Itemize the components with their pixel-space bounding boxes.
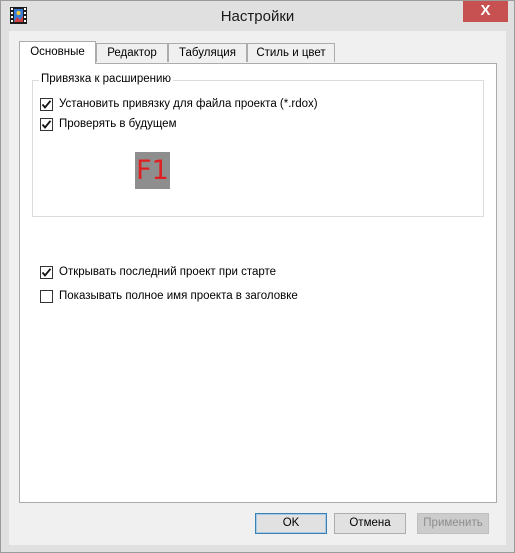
title-bar[interactable]: Настройки X [1, 1, 514, 31]
checkbox-box[interactable] [40, 265, 53, 279]
checkmark-icon [41, 99, 52, 109]
checkbox-box[interactable] [40, 289, 53, 303]
close-icon: X [480, 2, 491, 19]
tab-tabulation[interactable]: Табуляция [168, 43, 247, 62]
cancel-button[interactable]: Отмена [334, 513, 406, 534]
tab-editor[interactable]: Редактор [96, 43, 168, 62]
dialog-content: Основные Редактор Табуляция Стиль и цвет… [9, 31, 506, 545]
checkbox-label: Показывать полное имя проекта в заголовк… [59, 290, 298, 302]
checkbox-label: Открывать последний проект при старте [59, 266, 277, 278]
tab-style-and-color[interactable]: Стиль и цвет [247, 43, 335, 62]
window-title: Настройки [220, 8, 295, 25]
checkbox-label: Проверять в будущем [59, 118, 177, 130]
close-button[interactable]: X [463, 1, 508, 22]
f1-badge: F1 [135, 152, 170, 189]
apply-button[interactable]: Применить [417, 513, 489, 534]
tab-panel-general: Привязка к расширению Установить привязк… [19, 63, 497, 503]
tab-label: Редактор [107, 47, 157, 59]
group-title: Привязка к расширению [39, 73, 174, 85]
extension-binding-group: Привязка к расширению Установить привязк… [32, 73, 484, 217]
checkbox-label: Установить привязку для файла проекта (*… [59, 98, 318, 110]
tab-label: Табуляция [179, 47, 236, 59]
ok-button[interactable]: OK [255, 513, 327, 534]
tab-label: Основные [30, 46, 85, 58]
checkmark-icon [41, 267, 52, 277]
checkbox-box[interactable] [40, 97, 53, 111]
tab-label: Стиль и цвет [256, 47, 326, 59]
checkbox-box[interactable] [40, 117, 53, 131]
set-binding-checkbox[interactable]: Установить привязку для файла проекта (*… [40, 96, 318, 112]
open-last-project-checkbox[interactable]: Открывать последний проект при старте [40, 264, 276, 280]
checkmark-icon [41, 119, 52, 129]
show-full-name-checkbox[interactable]: Показывать полное имя проекта в заголовк… [40, 288, 298, 304]
tab-general[interactable]: Основные [19, 41, 96, 64]
settings-dialog: Настройки X Основные Редактор Табуляция … [0, 0, 515, 553]
check-in-future-checkbox[interactable]: Проверять в будущем [40, 116, 176, 132]
